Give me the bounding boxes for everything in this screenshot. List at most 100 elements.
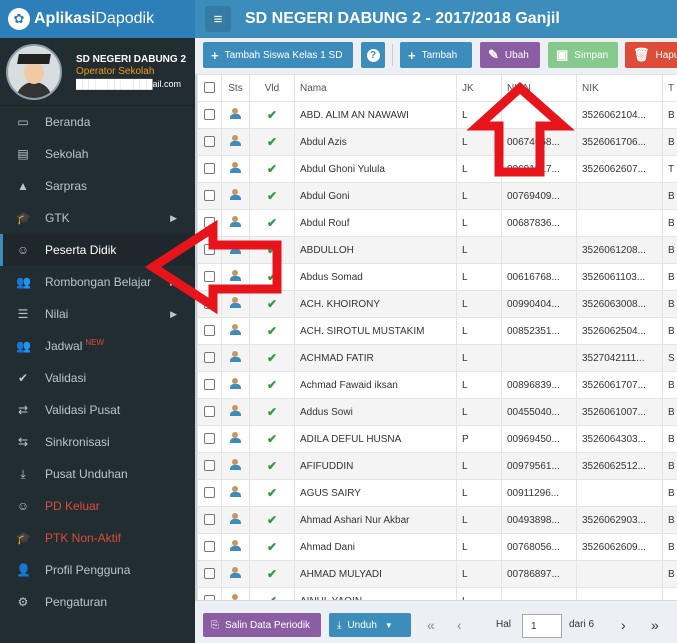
- table-row[interactable]: ✔ Abdul Rouf L 00687836... B: [197, 209, 677, 237]
- table-row[interactable]: ✔ ACHMAD FATIR L 3527042111... S: [197, 344, 677, 372]
- sidebar-item-sinkronisasi[interactable]: ⇆ Sinkronisasi: [0, 426, 195, 458]
- table-row[interactable]: ✔ AHMAD MULYADI L 00786897... B: [197, 560, 677, 588]
- table-row[interactable]: ✔ ADILA DEFUL HUSNA P 00969450... 3526064303…: [197, 425, 677, 453]
- row-checkbox[interactable]: [197, 452, 222, 480]
- last-page-icon[interactable]: »: [651, 613, 659, 637]
- add-class1-student-button[interactable]: + Tambah Siswa Kelas 1 SD: [203, 42, 353, 68]
- row-checkbox[interactable]: [197, 101, 222, 129]
- cell-nisn: 00969450...: [501, 425, 577, 453]
- table-row[interactable]: ✔ Ahmad Ashari Nur Akbar L 00493898... 35260…: [197, 506, 677, 534]
- row-checkbox[interactable]: [197, 155, 222, 183]
- student-status-icon: [221, 560, 250, 588]
- row-checkbox[interactable]: [197, 263, 222, 291]
- next-page-icon[interactable]: ›: [621, 613, 626, 637]
- delete-button[interactable]: 🗑Hapus: [625, 42, 677, 68]
- row-checkbox[interactable]: [197, 425, 222, 453]
- cell-nama: Abdul Goni: [294, 182, 457, 210]
- sidebar-item-pengaturan[interactable]: ⚙ Pengaturan: [0, 586, 195, 618]
- sidebar-item-rombongan-belajar[interactable]: 👥 Rombongan Belajar ▶: [0, 266, 195, 298]
- sidebar-item-beranda[interactable]: ▭ Beranda: [0, 106, 195, 138]
- col-tempat[interactable]: T: [662, 74, 677, 102]
- sidebar-item-validasi[interactable]: ✔ Validasi: [0, 362, 195, 394]
- table-row[interactable]: ✔ Abdul Ghoni Yulula L 00691917... 352606260…: [197, 155, 677, 183]
- sidebar-item-jadwal[interactable]: 👥 Jadwal NEW: [0, 330, 195, 362]
- sidebar-item-validasi-pusat[interactable]: ⇄ Validasi Pusat: [0, 394, 195, 426]
- student-status-icon: [221, 101, 250, 129]
- prev-page-icon[interactable]: ‹: [457, 613, 462, 637]
- table-row[interactable]: ✔ AFIFUDDIN L 00979561... 3526062512... B: [197, 452, 677, 480]
- col-vld[interactable]: Vld: [249, 74, 295, 102]
- student-status-icon: [221, 479, 250, 507]
- row-checkbox[interactable]: [197, 290, 222, 318]
- copy-periodic-data-button[interactable]: ⎘ Salin Data Periodik: [203, 613, 321, 637]
- row-checkbox[interactable]: [197, 236, 222, 264]
- cell-nisn: 00493898...: [501, 506, 577, 534]
- page-title: SD NEGERI DABUNG 2 - 2017/2018 Ganjil: [245, 10, 560, 27]
- table-row[interactable]: ✔ AGUS SAIRY L 00911296... B: [197, 479, 677, 507]
- row-checkbox[interactable]: [197, 506, 222, 534]
- help-button[interactable]: ?: [361, 42, 385, 68]
- sidebar-item-label: Sekolah: [45, 147, 89, 161]
- table-row[interactable]: ✔ Addus Sowi L 00455040... 3526061007... B: [197, 398, 677, 426]
- col-nik[interactable]: NIK: [576, 74, 663, 102]
- col-nama[interactable]: Nama: [294, 74, 457, 102]
- table-row[interactable]: ✔ ABDULLOH L 3526061208... B: [197, 236, 677, 264]
- graduation-cap-icon: 🎓: [16, 531, 31, 545]
- row-checkbox[interactable]: [197, 587, 222, 600]
- table-row[interactable]: ✔ Ahmad Dani L 00768056... 3526062609... B: [197, 533, 677, 561]
- student-status-icon: [221, 236, 250, 264]
- sidebar-item-profil-pengguna[interactable]: 👤 Profil Pengguna: [0, 554, 195, 586]
- table-row[interactable]: ✔ Abdul Goni L 00769409... B: [197, 182, 677, 210]
- sidebar-item-gtk[interactable]: 🎓 GTK ▶: [0, 202, 195, 234]
- edit-button[interactable]: ✎ Ubah: [480, 42, 540, 68]
- sidebar-item-label: PTK Non-Aktif: [45, 531, 122, 545]
- brand-light: Dapodik: [95, 10, 155, 27]
- check-icon: ✔: [17, 371, 29, 385]
- sidebar-item-peserta-didik[interactable]: ☺ Peserta Didik: [0, 234, 195, 266]
- row-checkbox[interactable]: [197, 560, 222, 588]
- cell-nisn: 00768056...: [501, 533, 577, 561]
- student-status-icon: [221, 452, 250, 480]
- row-checkbox[interactable]: [197, 317, 222, 345]
- select-all-checkbox[interactable]: [197, 74, 222, 102]
- cell-nama: AHMAD MULYADI: [294, 560, 457, 588]
- table-row[interactable]: ✔ ACH. KHOIRONY L 00990404... 3526063008... B: [197, 290, 677, 318]
- sidebar-item-ptk-non-aktif[interactable]: 🎓 PTK Non-Aktif: [0, 522, 195, 554]
- row-checkbox[interactable]: [197, 344, 222, 372]
- col-sts[interactable]: Sts: [221, 74, 250, 102]
- row-checkbox[interactable]: [197, 182, 222, 210]
- row-checkbox[interactable]: [197, 398, 222, 426]
- table-row[interactable]: ✔ Achmad Fawaid iksan L 00896839... 35260617…: [197, 371, 677, 399]
- first-page-icon[interactable]: «: [427, 613, 435, 637]
- cell-tempat: B: [662, 128, 677, 156]
- cell-jk: L: [456, 128, 502, 156]
- table-row[interactable]: ✔ Abdul Azis L 00674668... 3526061706... B: [197, 128, 677, 156]
- row-checkbox[interactable]: [197, 533, 222, 561]
- col-jk[interactable]: JK: [456, 74, 502, 102]
- sidebar-item-pd-keluar[interactable]: ☺ PD Keluar: [0, 490, 195, 522]
- sidebar-item-nilai[interactable]: ☰ Nilai ▶: [0, 298, 195, 330]
- col-nisn[interactable]: NISN: [501, 74, 577, 102]
- table-row[interactable]: ✔ ACH. SIROTUL MUSTAKIM L 00852351... 352606…: [197, 317, 677, 345]
- save-button[interactable]: ▣ Simpan: [548, 42, 618, 68]
- brand-logo[interactable]: ✿ Aplikasi Dapodik: [0, 0, 195, 38]
- download-button[interactable]: ⤓ Unduh ▼: [329, 613, 411, 637]
- table-row[interactable]: ✔ Abdus Somad L 00616768... 3526061103... B: [197, 263, 677, 291]
- caret-down-icon: ▼: [384, 620, 393, 630]
- row-checkbox[interactable]: [197, 209, 222, 237]
- row-checkbox[interactable]: [197, 128, 222, 156]
- cell-nik: [576, 560, 663, 588]
- page-input[interactable]: 1: [522, 614, 562, 638]
- row-checkbox[interactable]: [197, 479, 222, 507]
- sidebar-item-pusat-unduhan[interactable]: ⤓ Pusat Unduhan: [0, 458, 195, 490]
- sidebar: SD NEGERI DABUNG 2 Operator Sekolah ████…: [0, 38, 195, 643]
- valid-check-icon: ✔: [249, 398, 295, 426]
- sidebar-item-sarpras[interactable]: ▲ Sarpras: [0, 170, 195, 202]
- row-checkbox[interactable]: [197, 371, 222, 399]
- menu-toggle-icon[interactable]: ≡: [205, 6, 231, 32]
- table-row[interactable]: ✔ ABD. ALIM AN NAWAWI L 3526062104... B: [197, 101, 677, 129]
- sidebar-item-sekolah[interactable]: ▤ Sekolah: [0, 138, 195, 170]
- add-button[interactable]: + Tambah: [400, 42, 472, 68]
- table-row[interactable]: ✔AINUL YAQINL: [197, 587, 677, 600]
- cell-nisn: 00896839...: [501, 371, 577, 399]
